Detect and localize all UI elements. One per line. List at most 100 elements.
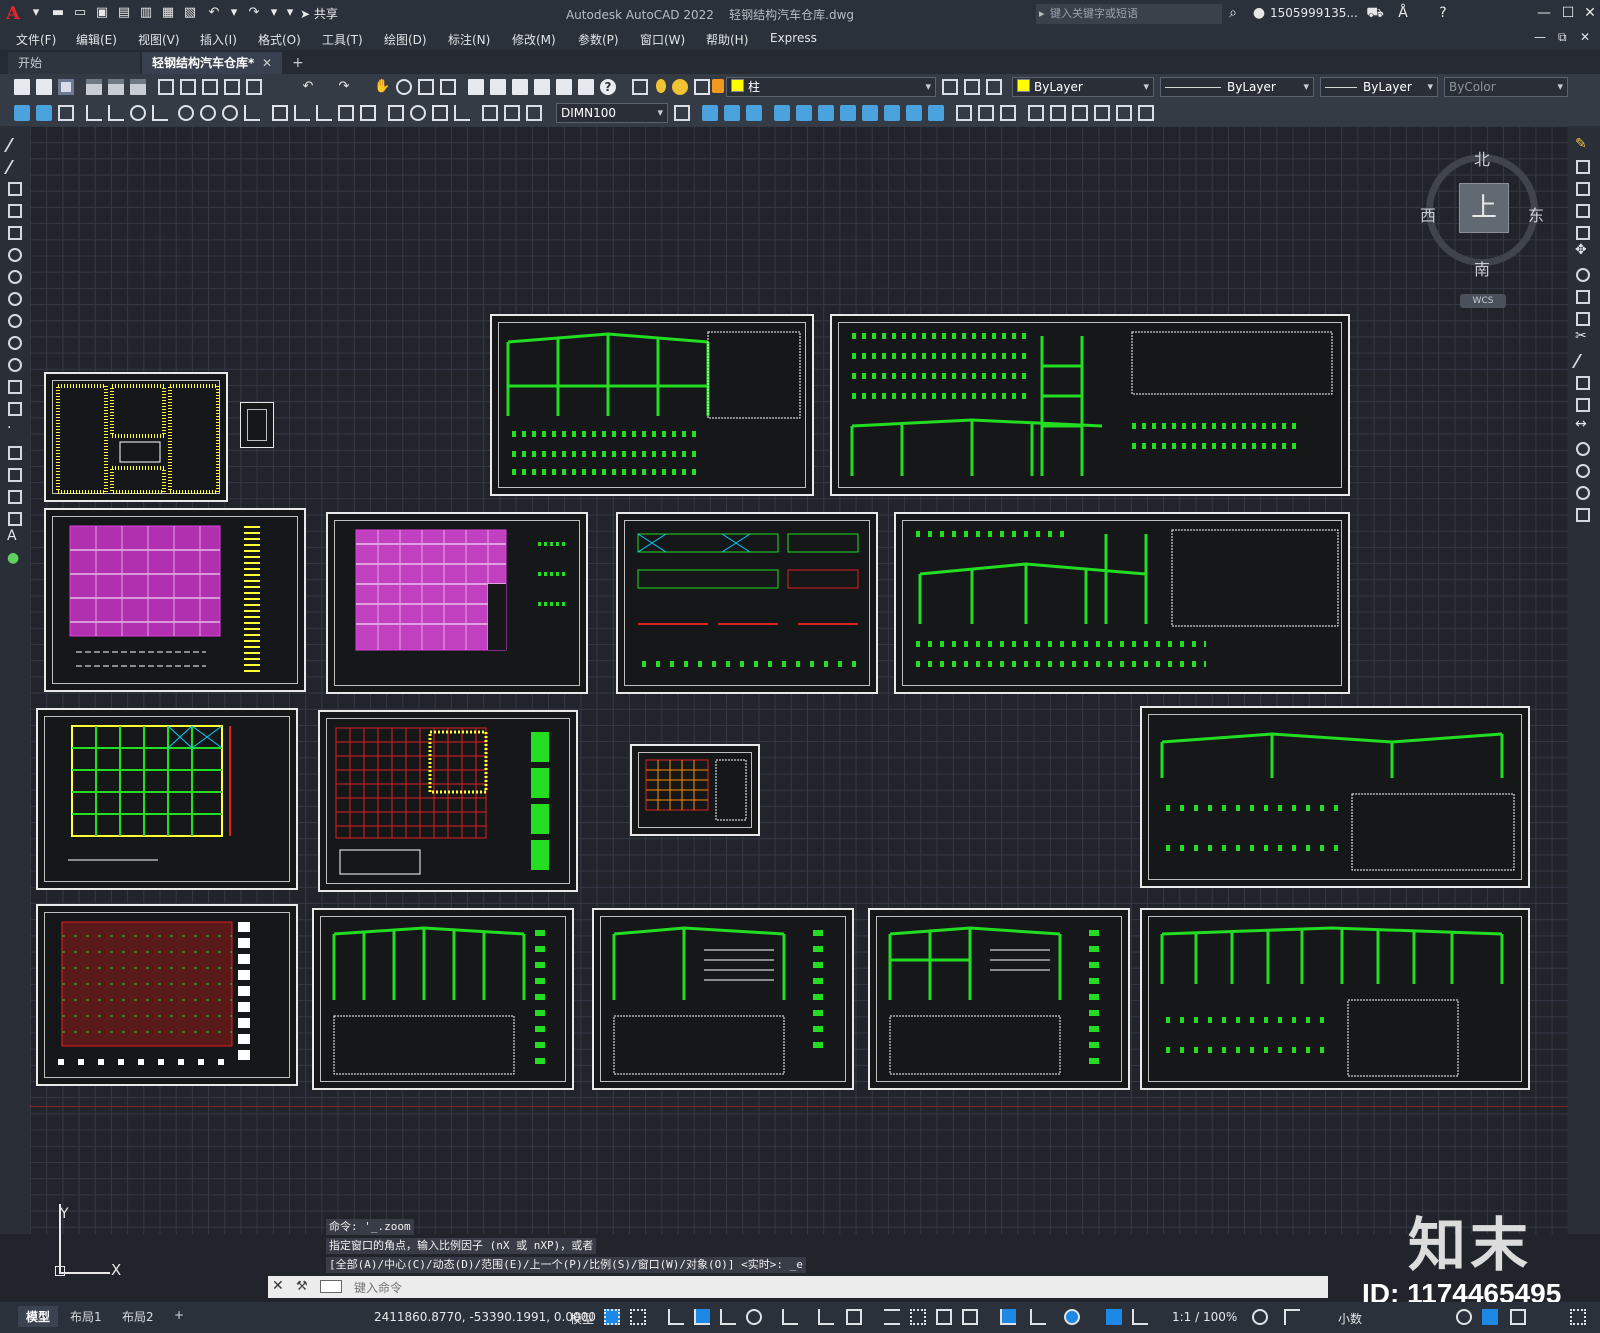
drawing-sheet-bracing[interactable] [616, 512, 878, 694]
publish-icon[interactable] [130, 79, 146, 95]
ordinate-dimension-icon[interactable] [152, 105, 168, 121]
calculator-icon[interactable] [578, 79, 594, 95]
drawing-sheet-foundation-plan[interactable] [36, 904, 298, 1086]
selection-cycling-icon[interactable] [936, 1309, 952, 1325]
drawing-sheet-frame-h[interactable] [1140, 908, 1530, 1090]
3d-object-snap-icon[interactable] [962, 1309, 978, 1325]
revision-cloud-icon[interactable] [8, 292, 22, 306]
transparency-icon[interactable] [910, 1309, 926, 1325]
rotate-icon[interactable] [1576, 268, 1590, 282]
sheet-set-icon[interactable] [534, 79, 550, 95]
lineweight-dropdown[interactable]: ByLayer [1320, 77, 1438, 97]
compass-east-label[interactable]: 东 [1528, 202, 1544, 226]
menu-dimension[interactable]: 标注(N) [448, 31, 490, 48]
drawing-sheet-foundation-grid[interactable] [318, 710, 578, 892]
ucs-y-icon[interactable] [928, 105, 944, 121]
color-dropdown[interactable]: ByLayer [1012, 77, 1154, 97]
continue-dimension-icon[interactable] [316, 105, 332, 121]
linetype-dropdown[interactable]: ByLayer [1160, 77, 1314, 97]
help-icon[interactable]: ? [1434, 5, 1452, 21]
ucs-x-icon[interactable] [906, 105, 922, 121]
customization-icon[interactable] [1570, 1309, 1586, 1325]
break-icon[interactable] [1576, 398, 1590, 412]
blend-curves-icon[interactable] [1576, 486, 1590, 500]
ucs-3point-icon[interactable] [884, 105, 900, 121]
units-button[interactable]: 小数 [1338, 1310, 1362, 1327]
center-mark-icon[interactable] [410, 105, 426, 121]
polygon-icon[interactable] [8, 204, 22, 218]
drawing-sheet-wall-framing[interactable] [36, 708, 298, 890]
menu-tools[interactable]: 工具(T) [322, 31, 363, 48]
drawing-sheet-frame-a[interactable] [490, 314, 814, 496]
markup-icon[interactable] [556, 79, 572, 95]
app-menu-chevron-icon[interactable]: ▾ [28, 5, 44, 21]
doc-minimize-icon[interactable]: — [1534, 30, 1546, 44]
drawing-sheet-frame-e[interactable] [312, 908, 574, 1090]
join-icon[interactable]: ↔ [1575, 416, 1587, 432]
isolate-objects-icon[interactable] [1456, 1309, 1472, 1325]
ucs-world-icon[interactable] [724, 105, 740, 121]
jogged-dimension-icon[interactable] [200, 105, 216, 121]
drawing-sheet-frame-c[interactable] [894, 512, 1350, 694]
lock-viewport-icon[interactable] [1138, 105, 1154, 121]
compass-north-label[interactable]: 北 [1474, 146, 1490, 170]
drawing-sheet-frame-d[interactable] [1140, 706, 1530, 888]
layer-lock-icon[interactable] [712, 79, 724, 93]
open-file-icon[interactable]: ▭ [72, 5, 88, 21]
region-icon[interactable] [8, 490, 22, 504]
mirror-icon[interactable] [1576, 182, 1590, 196]
autodesk-app-icon[interactable]: Å [1394, 5, 1412, 21]
share-button[interactable]: ➤ 共享 [300, 5, 338, 23]
dimension-style-icon[interactable] [674, 105, 690, 121]
scale-viewport-icon[interactable] [1094, 105, 1110, 121]
drawing-sheet-frame-f[interactable] [592, 908, 854, 1090]
save-as-icon[interactable]: ▤ [116, 5, 132, 21]
plot-preview-icon[interactable] [108, 79, 124, 95]
help-icon[interactable]: ? [600, 79, 616, 95]
multiline-text-icon[interactable]: A [7, 528, 17, 544]
tab-close-icon[interactable]: ✕ [262, 52, 272, 74]
menu-view[interactable]: 视图(V) [138, 31, 180, 48]
circle-icon[interactable] [8, 270, 22, 284]
zoom-previous-icon[interactable] [440, 79, 456, 95]
menu-file[interactable]: 文件(F) [16, 31, 56, 48]
polar-tracking-icon[interactable] [746, 1309, 762, 1325]
annotation-scale[interactable]: 1:1 / 100% [1172, 1310, 1237, 1324]
scale-icon[interactable] [1576, 290, 1590, 304]
aligned-dimension-icon[interactable] [108, 105, 124, 121]
paste-icon[interactable] [202, 79, 218, 95]
cursor-coordinates[interactable]: 2411860.8770, -53390.1991, 0.0000 [374, 1310, 596, 1324]
ellipse-arc-icon[interactable] [8, 358, 22, 372]
user-name[interactable]: 1505999135... [1270, 6, 1358, 20]
ucs-previous-icon[interactable] [746, 105, 762, 121]
move-icon[interactable]: ✥ [1575, 242, 1587, 258]
minimize-icon[interactable]: — [1532, 2, 1556, 24]
layer-match-icon[interactable] [58, 105, 74, 121]
maximize-viewport-icon[interactable] [1116, 105, 1132, 121]
point-icon[interactable]: · [7, 420, 11, 436]
table-icon[interactable] [8, 512, 22, 526]
offset-icon[interactable] [1576, 204, 1590, 218]
make-block-icon[interactable] [8, 402, 22, 416]
layer-properties-icon[interactable] [632, 79, 648, 95]
convert-viewport-icon[interactable] [1072, 105, 1088, 121]
dimension-edit-icon[interactable] [482, 105, 498, 121]
menu-parametric[interactable]: 参数(P) [578, 31, 619, 48]
insert-block-icon[interactable] [8, 380, 22, 394]
zoom-window-icon[interactable] [418, 79, 434, 95]
pan-icon[interactable]: ✋ [374, 79, 390, 95]
drawing-sheet-frame-b[interactable] [830, 314, 1350, 496]
model-space-button[interactable]: 模型 [570, 1310, 594, 1327]
dimension-space-icon[interactable] [338, 105, 354, 121]
search-input[interactable]: 键入关键字或短语 [1036, 4, 1222, 24]
maximize-icon[interactable]: ☐ [1556, 2, 1580, 24]
object-snap-tracking-icon[interactable] [818, 1309, 834, 1325]
add-layout-icon[interactable]: + [166, 1306, 192, 1324]
undo-icon[interactable]: ↶ [206, 5, 222, 21]
chamfer-icon[interactable] [1576, 442, 1590, 456]
undo-icon[interactable]: ↶ [300, 79, 316, 95]
search-icon[interactable]: ⌕ [1224, 5, 1242, 21]
compass-west-label[interactable]: 西 [1420, 202, 1436, 226]
visual-styles-icon[interactable] [978, 105, 994, 121]
layer-freeze-icon[interactable] [672, 79, 688, 95]
